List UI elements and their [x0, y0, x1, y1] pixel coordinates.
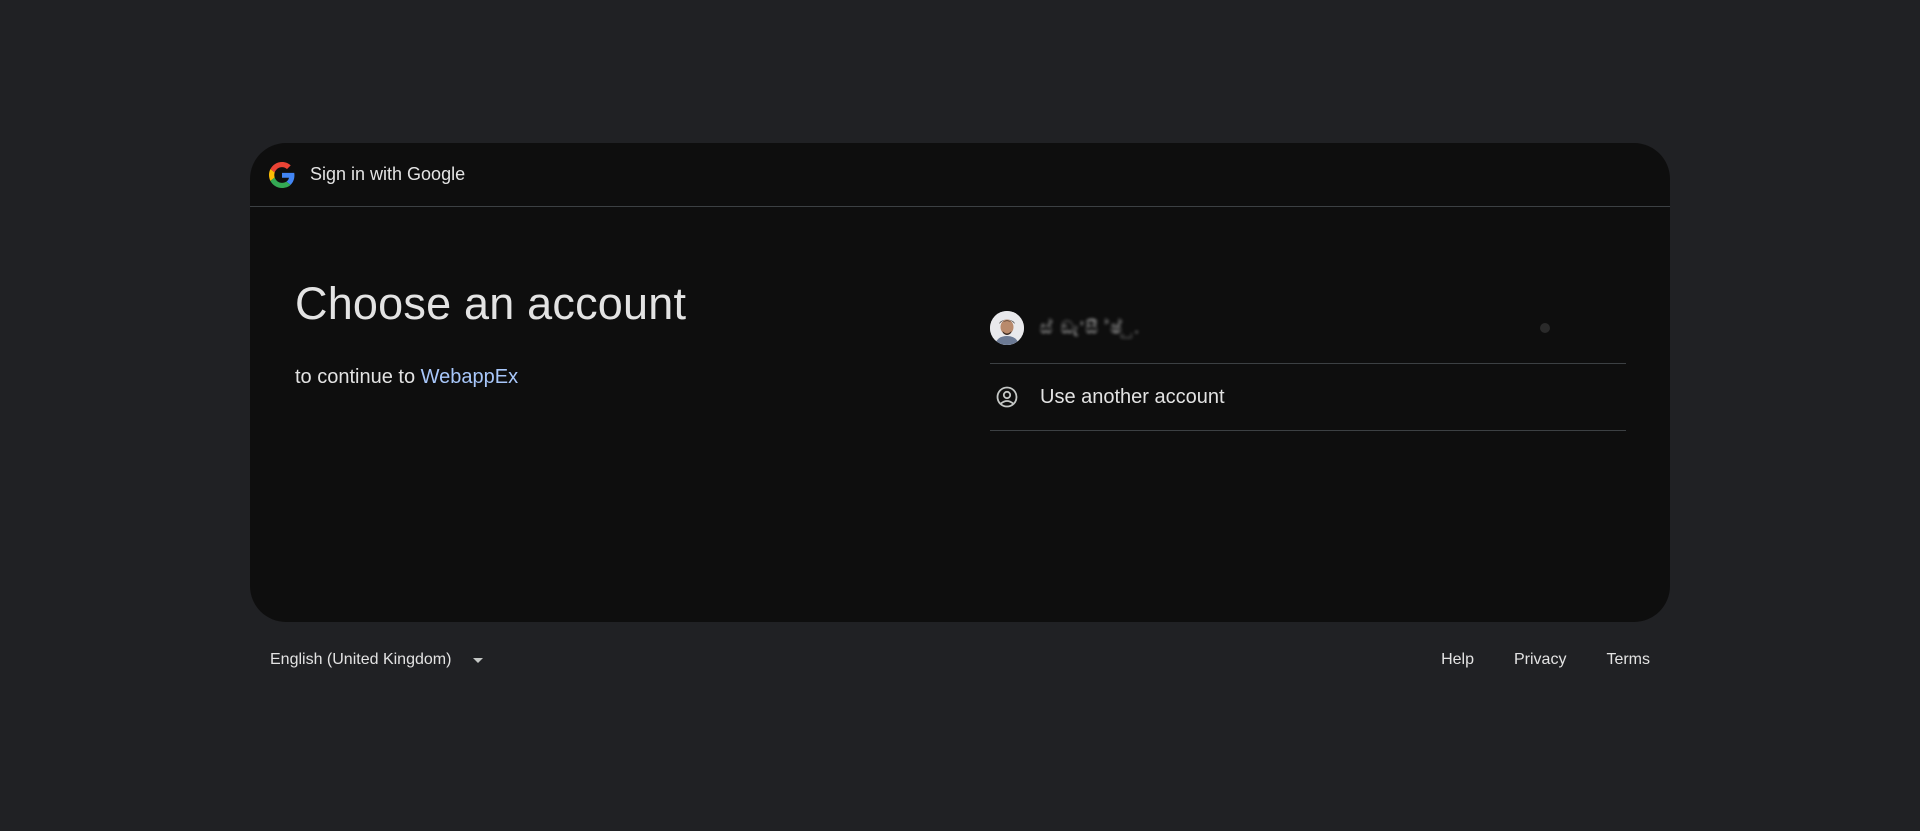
- page-title: Choose an account: [295, 278, 687, 329]
- privacy-link[interactable]: Privacy: [1514, 651, 1566, 669]
- app-name-link[interactable]: WebappEx: [421, 366, 518, 388]
- account-status-dot: [1540, 323, 1550, 333]
- user-avatar-icon: [990, 311, 1024, 345]
- left-column: Choose an account to continue to WebappE…: [295, 278, 686, 389]
- account-list: ස් ඞැ'සී ්ෂ් ු. Use another account: [990, 293, 1626, 431]
- sign-in-card: Sign in with Google Choose an account to…: [250, 143, 1670, 622]
- use-another-account-label: Use another account: [1040, 385, 1225, 408]
- card-header: Sign in with Google: [250, 143, 1670, 207]
- account-circle-icon: [990, 380, 1024, 414]
- header-title: Sign in with Google: [310, 164, 466, 184]
- continue-text: to continue to WebappEx: [295, 366, 686, 389]
- account-item[interactable]: ස් ඞැ'සී ්ෂ් ු.: [990, 293, 1626, 364]
- footer-links: Help Privacy Terms: [1401, 651, 1650, 669]
- continue-prefix: to continue to: [295, 366, 416, 388]
- footer: English (United Kingdom) Help Privacy Te…: [270, 651, 1650, 669]
- use-another-account-button[interactable]: Use another account: [990, 364, 1626, 431]
- google-logo-icon: [269, 161, 295, 188]
- language-label: English (United Kingdom): [270, 651, 452, 668]
- language-selector[interactable]: English (United Kingdom): [270, 651, 484, 669]
- help-link[interactable]: Help: [1441, 651, 1474, 669]
- chevron-down-icon: [473, 657, 484, 663]
- terms-link[interactable]: Terms: [1606, 651, 1650, 669]
- account-name: ස් ඞැ'සී ්ෂ් ු.: [1040, 318, 1141, 337]
